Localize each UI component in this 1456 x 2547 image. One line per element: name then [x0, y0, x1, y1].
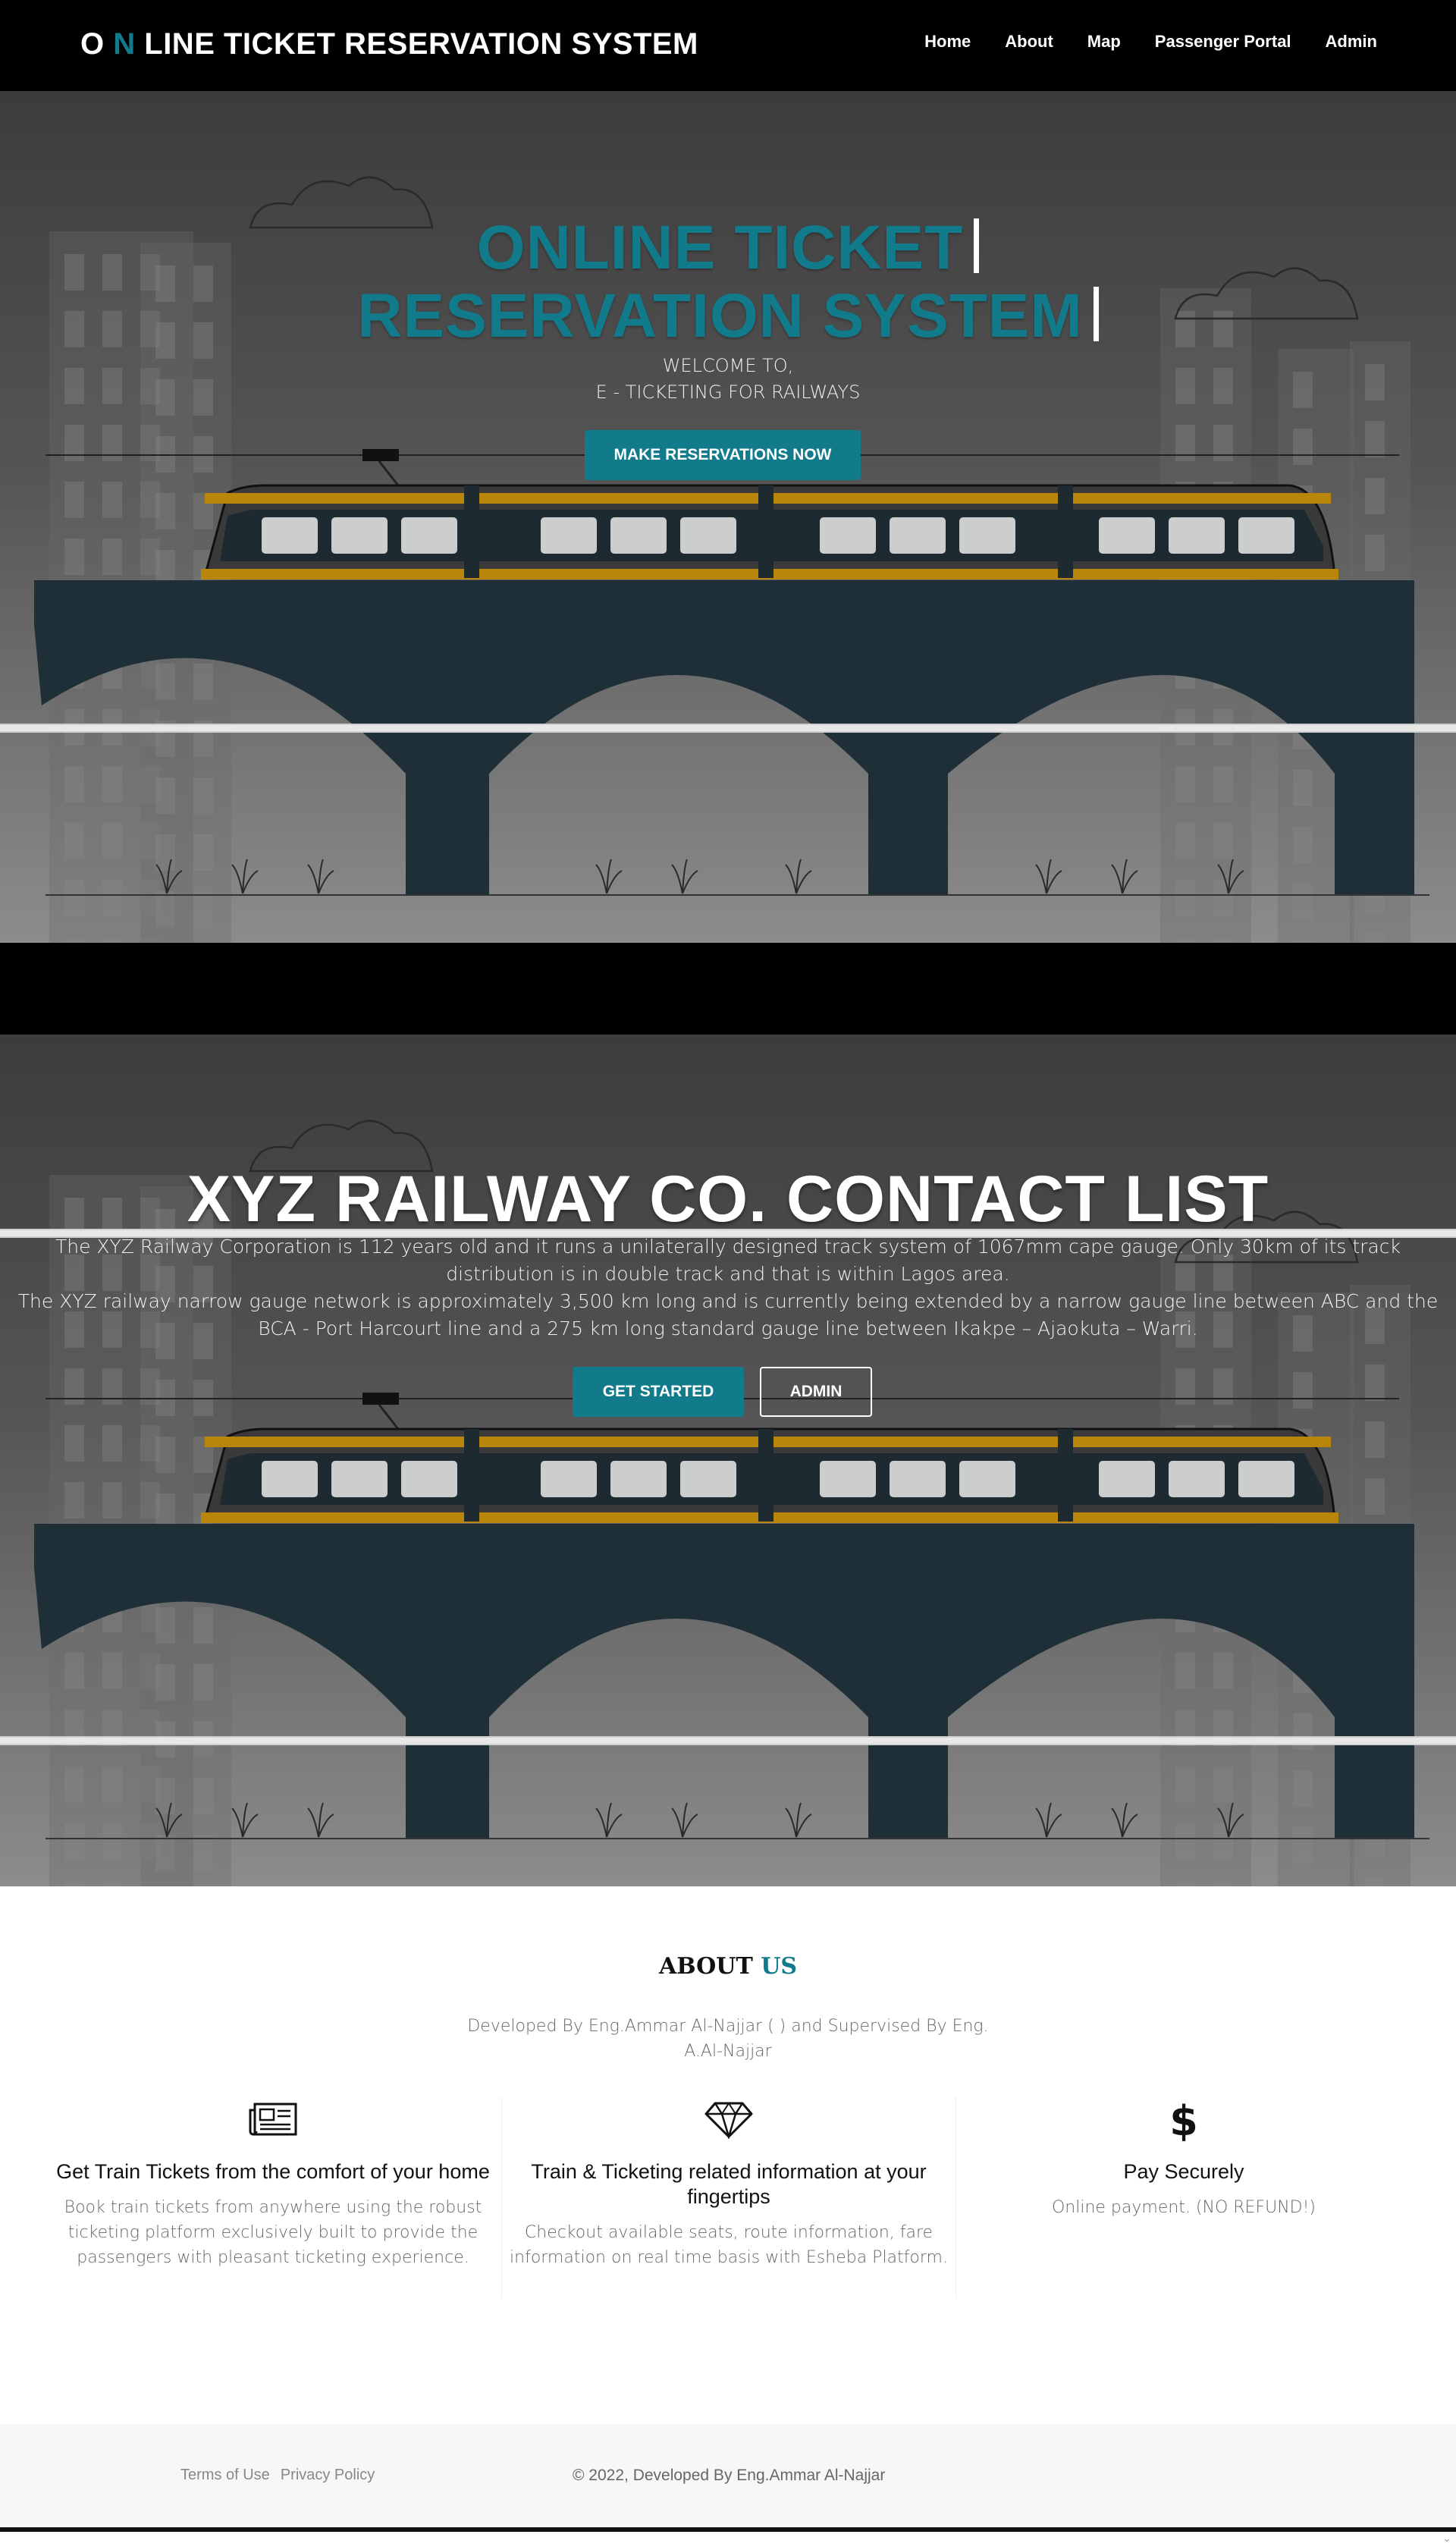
footer-links: Terms of Use Privacy Policy: [180, 2467, 375, 2484]
admin-button[interactable]: ADMIN: [760, 1367, 872, 1417]
nav-menu: Home About Map Passenger Portal Admin: [924, 32, 1377, 52]
newspaper-icon: [46, 2097, 500, 2143]
hero-title-line2: RESERVATION SYSTEM: [0, 281, 1456, 352]
welcome-subtitle: E - TICKETING FOR RAILWAYS: [595, 382, 861, 403]
description-paragraph-2: The XYZ railway narrow gauge network is …: [17, 1290, 1439, 1339]
contact-description: The XYZ Railway Corporation is 112 years…: [15, 1233, 1441, 1343]
feature-title: Pay Securely: [1123, 2160, 1244, 2183]
bottom-border: [0, 2527, 1456, 2532]
contact-title: XYZ RAILWAY CO. CONTACT LIST: [187, 1163, 1269, 1236]
brand-text: LINE TICKET RESERVATION SYSTEM: [135, 27, 698, 61]
hero-section: ONLINE TICKET RESERVATION SYSTEM WELCOME…: [0, 91, 1456, 943]
section-separator: [0, 943, 1456, 1035]
feature-payment: $ Pay Securely Online payment. (NO REFUN…: [956, 2097, 1411, 2220]
divider-line: [0, 724, 1456, 733]
divider-line: [0, 1736, 1456, 1745]
welcome-text: WELCOME TO,: [662, 355, 794, 376]
site-brand[interactable]: O N LINE TICKET RESERVATION SYSTEM: [80, 27, 698, 61]
nav-link-admin[interactable]: Admin: [1326, 32, 1377, 52]
feature-info: Train & Ticketing related information at…: [501, 2097, 956, 2298]
description-paragraph-1: The XYZ Railway Corporation is 112 years…: [55, 1236, 1401, 1285]
nav-link-about[interactable]: About: [1005, 32, 1053, 52]
footer: Terms of Use Privacy Policy © 2022, Deve…: [0, 2424, 1456, 2530]
about-title: ABOUT US: [658, 1953, 798, 1980]
feature-title: Get Train Tickets from the comfort of yo…: [56, 2160, 490, 2183]
svg-text:$: $: [1169, 2097, 1198, 2143]
nav-link-passenger-portal[interactable]: Passenger Portal: [1155, 32, 1291, 52]
feature-tickets: Get Train Tickets from the comfort of yo…: [46, 2097, 500, 2270]
nav-link-map[interactable]: Map: [1087, 32, 1121, 52]
make-reservations-button[interactable]: MAKE RESERVATIONS NOW: [585, 430, 861, 480]
feature-text: Online payment. (NO REFUND!): [1051, 2198, 1316, 2217]
feature-text: Book train tickets from anywhere using t…: [64, 2198, 482, 2267]
chevron-down-icon[interactable]: ⌄: [1442, 2533, 1451, 2545]
brand-prefix: O: [80, 27, 105, 61]
diamond-icon: [502, 2097, 956, 2143]
contact-section: XYZ RAILWAY CO. CONTACT LIST The XYZ Rai…: [0, 1035, 1456, 1886]
privacy-link[interactable]: Privacy Policy: [281, 2467, 375, 2484]
copyright-text: © 2022, Developed By Eng.Ammar Al-Najjar: [573, 2467, 886, 2484]
get-started-button[interactable]: GET STARTED: [573, 1367, 744, 1417]
hero-title-line1: ONLINE TICKET: [0, 212, 1456, 284]
feature-text: Checkout available seats, route informat…: [510, 2223, 948, 2267]
feature-title: Train & Ticketing related information at…: [531, 2160, 927, 2208]
navbar: O N LINE TICKET RESERVATION SYSTEM Home …: [0, 0, 1456, 91]
nav-link-home[interactable]: Home: [924, 32, 971, 52]
about-subtitle: Developed By Eng.Ammar Al-Najjar ( ) and…: [467, 2017, 989, 2061]
dollar-icon: $: [956, 2097, 1411, 2143]
brand-accent-letter: N: [113, 27, 136, 61]
terms-link[interactable]: Terms of Use: [180, 2467, 270, 2484]
